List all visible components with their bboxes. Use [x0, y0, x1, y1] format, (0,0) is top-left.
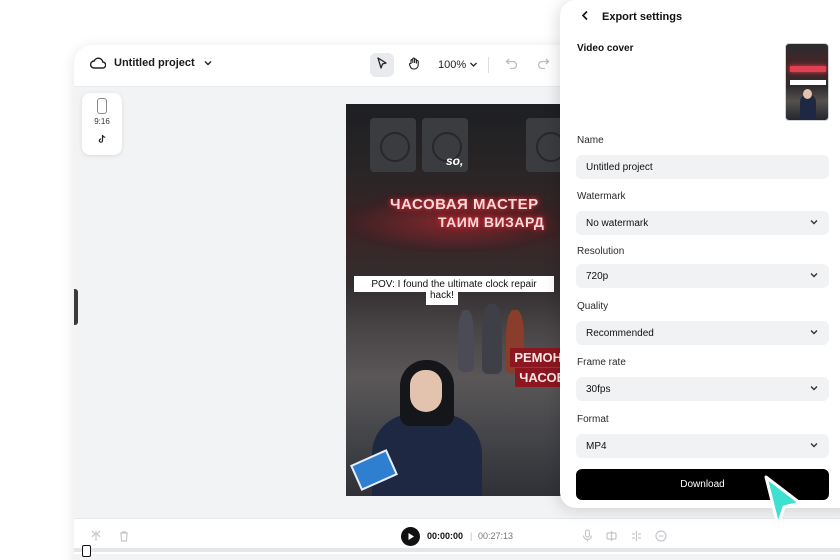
resolution-label: Resolution	[577, 246, 625, 257]
toolbar-divider	[488, 57, 490, 73]
pointer-icon	[375, 56, 389, 75]
chevron-down-icon	[809, 384, 819, 395]
zoom-dropdown[interactable]: 100%	[438, 59, 478, 71]
chevron-down-icon	[809, 441, 819, 452]
panel-header: Export settings	[580, 10, 682, 24]
format-select[interactable]: MP4	[576, 434, 829, 458]
microphone-icon[interactable]	[582, 529, 593, 547]
trash-icon[interactable]	[118, 529, 130, 547]
name-value: Untitled project	[586, 161, 653, 173]
text-overlay-so: so,	[446, 154, 464, 168]
undo-icon	[505, 56, 518, 74]
project-name: Untitled project	[114, 57, 195, 69]
framerate-label: Frame rate	[577, 357, 626, 368]
chevron-down-icon	[809, 218, 819, 229]
layers-icon[interactable]	[605, 529, 618, 547]
zoom-value: 100%	[438, 59, 467, 71]
quality-value: Recommended	[586, 327, 654, 339]
timecode-separator: |	[470, 531, 473, 541]
background-person	[458, 310, 474, 372]
ac-unit	[526, 118, 562, 172]
resolution-select[interactable]: 720p	[576, 264, 829, 288]
canvas-tools: 100%	[370, 53, 555, 77]
quality-label: Quality	[577, 301, 609, 312]
timeline-playhead[interactable]	[82, 545, 91, 557]
tiktok-icon	[98, 131, 107, 149]
resolution-value: 720p	[586, 270, 609, 282]
quality-select[interactable]: Recommended	[576, 321, 829, 345]
undo-button[interactable]	[499, 53, 523, 77]
timeline-tools	[582, 529, 667, 547]
project-menu[interactable]: Untitled project	[90, 57, 213, 69]
background-person	[482, 304, 502, 374]
ac-unit	[370, 118, 416, 172]
panel-title: Export settings	[602, 11, 683, 23]
ratio-shape-icon	[97, 98, 107, 114]
format-value: MP4	[586, 440, 607, 452]
zoom-out-icon[interactable]	[655, 529, 667, 547]
current-timecode: 00:00:00	[427, 531, 464, 541]
video-cover-thumbnail[interactable]	[785, 43, 829, 121]
pointer-tool-button[interactable]	[370, 53, 394, 77]
neon-sign-line1: ЧАСОВАЯ МАСТЕР	[390, 196, 539, 213]
name-input[interactable]: Untitled project	[576, 155, 829, 179]
framerate-select[interactable]: 30fps	[576, 377, 829, 401]
name-label: Name	[577, 135, 604, 146]
neon-sign-line2: ТАИМ ВИЗАРД	[438, 214, 545, 230]
total-duration: 00:27:13	[478, 531, 514, 541]
hand-icon	[407, 56, 421, 75]
video-cover-label: Video cover	[577, 43, 634, 54]
split-icon[interactable]	[90, 529, 102, 547]
mouse-cursor-icon	[760, 473, 806, 536]
side-panel-handle[interactable]	[74, 289, 78, 325]
caption-line2: hack!	[426, 290, 458, 305]
thumb-face	[803, 89, 812, 99]
hand-tool-button[interactable]	[402, 53, 426, 77]
presenter-face	[410, 370, 442, 412]
shop-sign-line1: РЕМОН	[510, 348, 562, 367]
play-icon	[407, 528, 415, 546]
chevron-down-icon	[809, 271, 819, 282]
timeline-track[interactable]	[74, 548, 840, 552]
redo-icon	[537, 56, 550, 74]
aspect-ratio-selector[interactable]: 9:16	[82, 93, 122, 155]
ratio-label: 9:16	[94, 117, 110, 126]
shop-sign-line2: ЧАСОВ	[515, 368, 562, 387]
framerate-value: 30fps	[586, 383, 611, 395]
export-settings-panel: Export settings Video cover Name Untitle…	[560, 0, 840, 508]
play-button[interactable]	[401, 527, 420, 546]
thumb-neon	[790, 66, 826, 72]
video-canvas[interactable]: ЧАСОВАЯ МАСТЕР ТАИМ ВИЗАРД so, РЕМОН ЧАС…	[346, 104, 562, 496]
watermark-select[interactable]: No watermark	[576, 211, 829, 235]
chevron-down-icon	[469, 59, 478, 71]
edit-icons	[90, 529, 130, 547]
format-label: Format	[577, 414, 609, 425]
chevron-down-icon	[809, 328, 819, 339]
chevron-down-icon	[203, 59, 213, 67]
watermark-value: No watermark	[586, 217, 649, 229]
cloud-icon	[90, 57, 106, 69]
watermark-label: Watermark	[577, 191, 626, 202]
redo-button[interactable]	[531, 53, 555, 77]
back-arrow-icon[interactable]	[580, 10, 590, 24]
thumb-caption	[790, 80, 826, 85]
split-clip-icon[interactable]	[630, 529, 643, 547]
